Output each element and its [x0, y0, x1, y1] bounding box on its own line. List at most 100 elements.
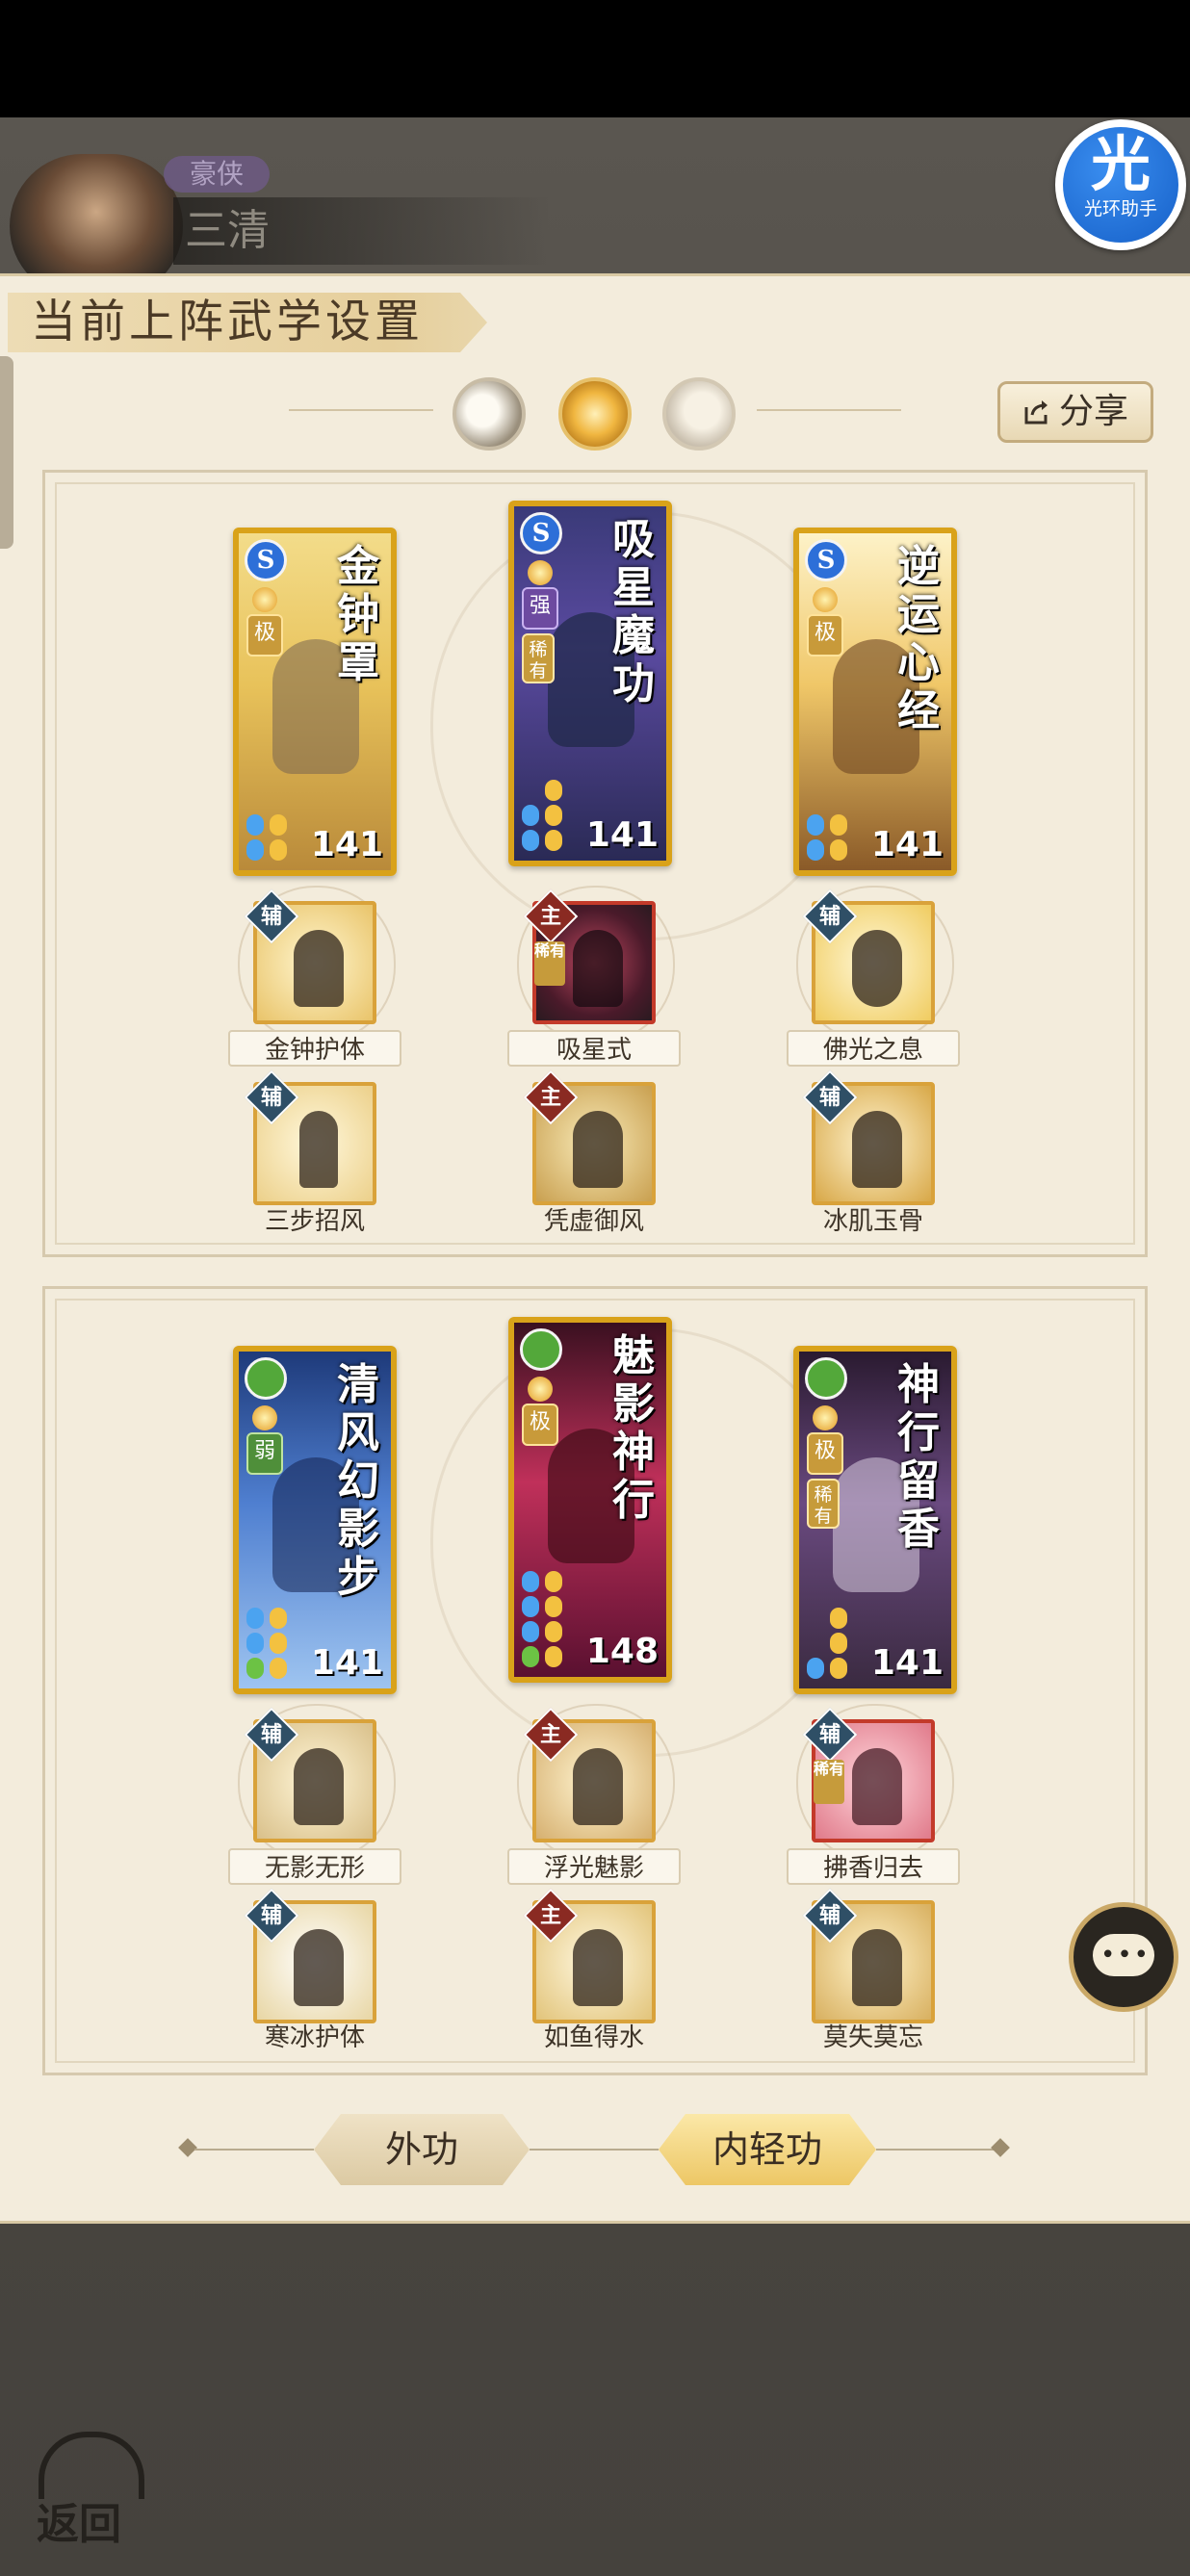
chat-dots: •••: [1100, 1941, 1151, 1970]
side-scroll-handle[interactable]: [0, 356, 13, 549]
gold-drop-icon: [545, 780, 562, 801]
card-level: 148: [585, 1632, 659, 1671]
skill-name: 金钟护体: [228, 1030, 401, 1067]
skill-figure: [573, 1748, 623, 1825]
gold-drop-icon: [545, 830, 562, 851]
aux-badge-label: 辅: [818, 904, 841, 929]
full-moon-icon[interactable]: [662, 377, 736, 451]
card-name: 吸星魔功: [612, 515, 655, 708]
sun-icon: [252, 587, 277, 612]
tier-badge: 弱: [246, 1432, 283, 1475]
main-badge-label: 主: [539, 1903, 561, 1928]
qinggong-card[interactable]: 弱 清风幻影步 141: [233, 1346, 397, 1694]
helper-label: 光环助手: [1083, 198, 1157, 219]
green-drop-icon: [246, 1658, 264, 1679]
ornament-line-left: [289, 409, 433, 411]
cost-drops: [522, 1569, 562, 1669]
gold-drop-icon: [545, 1596, 562, 1617]
gold-drop-icon: [270, 839, 287, 861]
share-icon: [1024, 400, 1048, 425]
type-icon: S: [245, 539, 287, 581]
main-badge-label: 主: [539, 904, 561, 929]
skill-figure: [294, 930, 344, 1007]
aux-badge-label: 辅: [260, 1722, 282, 1747]
skill-figure: [299, 1111, 338, 1188]
card-name: 魅影神行: [612, 1331, 655, 1525]
water-drop-icon: [246, 1633, 264, 1654]
skill-name: 佛光之息: [787, 1030, 960, 1067]
sun-icon: [528, 560, 553, 585]
skill-figure: [852, 930, 902, 1007]
water-drop-icon: [522, 1571, 539, 1592]
aux-badge-label: 辅: [818, 1085, 841, 1110]
helper-app-button[interactable]: 光 光环助手: [1055, 119, 1186, 250]
gold-drop-icon: [270, 1633, 287, 1654]
gold-drop-icon: [270, 814, 287, 836]
tier-badge: 强: [522, 587, 558, 630]
skill-name: 寒冰护体: [264, 2023, 365, 2052]
water-drop-icon: [522, 830, 539, 851]
water-drop-icon: [246, 814, 264, 836]
skill-figure: [852, 1111, 902, 1188]
gold-drop-icon: [545, 1646, 562, 1667]
skill-name: 三步招风: [264, 1207, 365, 1236]
helper-logo-icon: 光 光环助手: [1063, 127, 1178, 243]
sun-icon: [528, 1377, 553, 1402]
card-level: 141: [870, 825, 944, 864]
qinggong-card[interactable]: 极 稀有 神行留香 141: [793, 1346, 957, 1694]
tier-badge: 极: [522, 1404, 558, 1446]
skill-figure: [294, 1929, 344, 2006]
card-name: 清风幻影步: [337, 1360, 379, 1602]
chat-button[interactable]: •••: [1069, 1902, 1178, 2012]
rare-badge: 稀有: [814, 1760, 844, 1804]
skill-figure: [573, 1111, 623, 1188]
tier-badge: 极: [807, 1432, 843, 1475]
cost-drops: [246, 812, 287, 863]
rare-badge: 稀有: [534, 941, 565, 986]
card-level: 141: [310, 1643, 383, 1683]
martial-card[interactable]: S 强 稀有 吸星魔功 141: [508, 501, 672, 866]
tier-badge: 极: [807, 614, 843, 657]
gold-drop-icon: [830, 839, 847, 861]
tab-outer-martial[interactable]: 外功: [314, 2114, 530, 2185]
share-button[interactable]: 分享: [997, 381, 1153, 443]
skill-name: 如鱼得水: [543, 2023, 644, 2052]
cost-drops: [246, 1606, 287, 1681]
card-level: 141: [585, 815, 659, 855]
rare-badge: 稀有: [807, 1479, 840, 1529]
tab-inner-qinggong[interactable]: 内轻功: [659, 2114, 876, 2185]
skill-name: 莫失莫忘: [822, 2023, 923, 2052]
skill-figure: [573, 1929, 623, 2006]
gold-drop-icon: [545, 1571, 562, 1592]
status-bar: [0, 0, 1190, 117]
water-drop-icon: [246, 839, 264, 861]
type-icon: S: [805, 539, 847, 581]
card-name: 神行留香: [897, 1360, 940, 1554]
sun-icon: [813, 587, 838, 612]
rank-badge: 豪侠: [164, 156, 270, 193]
skill-name: 凭虚御风: [543, 1207, 644, 1236]
share-label: 分享: [1058, 392, 1128, 431]
skill-name: 拂香归去: [787, 1848, 960, 1885]
player-name: 三清: [173, 197, 551, 265]
cost-drops: [807, 1606, 847, 1681]
water-drop-icon: [807, 1658, 824, 1679]
martial-card[interactable]: S 极 逆运心经 141: [793, 528, 957, 876]
ornament-line-right: [757, 409, 901, 411]
gold-drop-icon: [270, 1658, 287, 1679]
skill-name: 无影无形: [228, 1848, 401, 1885]
water-drop-icon: [522, 1596, 539, 1617]
back-button[interactable]: 返回: [29, 2426, 154, 2551]
qinggong-card[interactable]: 极 魅影神行 148: [508, 1317, 672, 1683]
sun-icon[interactable]: [558, 377, 632, 451]
water-drop-icon: [246, 1608, 264, 1629]
sun-icon: [252, 1405, 277, 1430]
back-label: 返回: [37, 2500, 121, 2549]
aux-badge-label: 辅: [818, 1722, 841, 1747]
tier-badge: 极: [246, 614, 283, 657]
crescent-moon-icon[interactable]: [453, 377, 526, 451]
skill-figure: [852, 1748, 902, 1825]
card-name: 金钟罩: [337, 542, 379, 687]
water-drop-icon: [807, 839, 824, 861]
martial-card[interactable]: S 极 金钟罩 141: [233, 528, 397, 876]
